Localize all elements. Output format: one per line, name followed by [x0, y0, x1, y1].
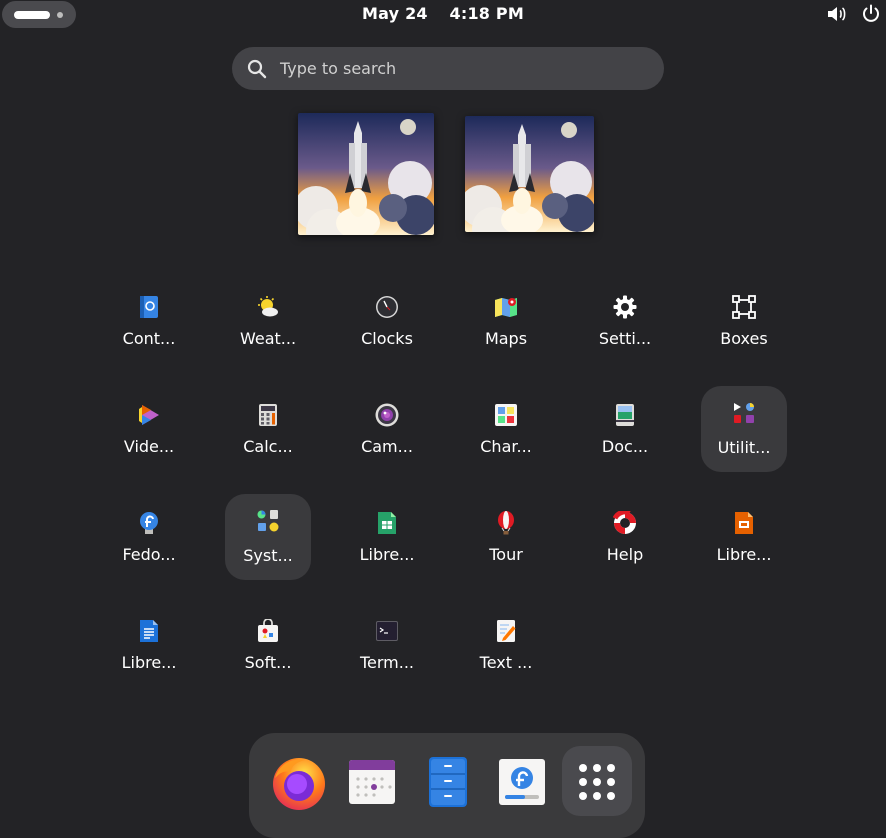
app-label: Help	[606, 545, 644, 564]
search-entry[interactable]: Type to search	[232, 47, 664, 90]
app-label: Vide...	[123, 437, 175, 456]
app-videos[interactable]: Vide...	[106, 393, 192, 479]
app-software[interactable]: Soft...	[225, 609, 311, 695]
app-calculator[interactable]: Calc...	[225, 393, 311, 479]
folder-label: Utilit...	[717, 438, 771, 457]
date-label: May 24	[362, 4, 428, 23]
app-label: Calc...	[243, 437, 293, 456]
fedora-media-writer-icon	[140, 512, 158, 534]
tour-balloon-icon	[498, 511, 514, 535]
app-label: Fedo...	[122, 545, 176, 564]
clocks-icon	[376, 296, 398, 318]
folder-utilities[interactable]: Utilit...	[701, 386, 787, 472]
workspace-thumbnail-2[interactable]	[465, 116, 594, 232]
settings-gear-icon	[613, 295, 637, 319]
app-libreoffice-writer[interactable]: Libre...	[106, 609, 192, 695]
app-label: Setti...	[598, 329, 652, 348]
calendar-icon[interactable]	[342, 752, 402, 812]
rocket-wallpaper	[465, 116, 594, 232]
app-characters[interactable]: Char...	[463, 393, 549, 479]
app-label: Boxes	[720, 329, 768, 348]
terminal-icon	[376, 621, 398, 641]
power-icon[interactable]	[860, 3, 882, 25]
app-help[interactable]: Help	[582, 501, 668, 587]
show-apps-button[interactable]	[562, 746, 632, 816]
weather-icon	[258, 296, 278, 317]
boxes-icon	[732, 295, 756, 319]
workspace-thumbnail-1[interactable]	[298, 113, 434, 235]
app-maps[interactable]: Maps	[463, 285, 549, 371]
help-lifebuoy-icon	[613, 511, 636, 534]
document-scanner-icon	[616, 404, 634, 426]
files-icon[interactable]	[418, 752, 478, 812]
app-text-editor[interactable]: Text ...	[463, 609, 549, 695]
rocket-wallpaper	[298, 113, 434, 235]
libreoffice-calc-icon	[378, 512, 396, 534]
contacts-icon	[140, 296, 158, 318]
folder-label: Syst...	[243, 546, 293, 565]
app-weather[interactable]: Weat...	[225, 285, 311, 371]
app-label: Soft...	[244, 653, 292, 672]
app-label: Char...	[480, 437, 532, 456]
system-folder-icon	[257, 510, 279, 532]
app-boxes[interactable]: Boxes	[701, 285, 787, 371]
app-label: Tour	[489, 545, 523, 564]
clock-button[interactable]: May 24 4:18 PM	[0, 4, 886, 23]
videos-icon	[139, 405, 159, 425]
show-apps-grid-icon	[579, 764, 615, 800]
app-libreoffice-calc[interactable]: Libre...	[344, 501, 430, 587]
app-label: Weat...	[239, 329, 297, 348]
app-label: Cont...	[122, 329, 176, 348]
app-label: Clocks	[361, 329, 413, 348]
app-libreoffice-impress[interactable]: Libre...	[701, 501, 787, 587]
libreoffice-impress-icon	[735, 512, 753, 534]
top-bar: May 24 4:18 PM	[0, 0, 886, 28]
app-label: Libre...	[716, 545, 772, 564]
search-icon	[247, 59, 267, 79]
app-label: Libre...	[359, 545, 415, 564]
app-tour[interactable]: Tour	[463, 501, 549, 587]
search-placeholder: Type to search	[280, 59, 397, 78]
app-clocks[interactable]: Clocks	[344, 285, 430, 371]
app-label: Cam...	[361, 437, 413, 456]
libreoffice-writer-icon	[140, 620, 158, 642]
text-editor-icon	[497, 620, 516, 642]
app-fedora-media-writer[interactable]: Fedo...	[106, 501, 192, 587]
app-settings[interactable]: Setti...	[582, 285, 668, 371]
time-label: 4:18 PM	[449, 4, 524, 23]
app-label: Maps	[484, 329, 528, 348]
camera-icon	[375, 403, 399, 427]
app-contacts[interactable]: Cont...	[106, 285, 192, 371]
app-terminal[interactable]: Term...	[344, 609, 430, 695]
app-label: Term...	[359, 653, 415, 672]
folder-system[interactable]: Syst...	[225, 494, 311, 580]
maps-icon	[495, 298, 517, 317]
software-icon	[258, 619, 278, 642]
calculator-icon	[259, 404, 277, 426]
app-document-scanner[interactable]: Doc...	[582, 393, 668, 479]
characters-icon	[495, 404, 517, 426]
volume-icon[interactable]	[826, 4, 848, 24]
app-label: Doc...	[601, 437, 649, 456]
utilities-folder-icon	[734, 403, 754, 423]
app-camera[interactable]: Cam...	[344, 393, 430, 479]
fedora-installer-icon[interactable]	[492, 752, 552, 812]
firefox-icon[interactable]	[269, 752, 329, 812]
app-label: Text ...	[479, 653, 533, 672]
app-label: Libre...	[121, 653, 177, 672]
